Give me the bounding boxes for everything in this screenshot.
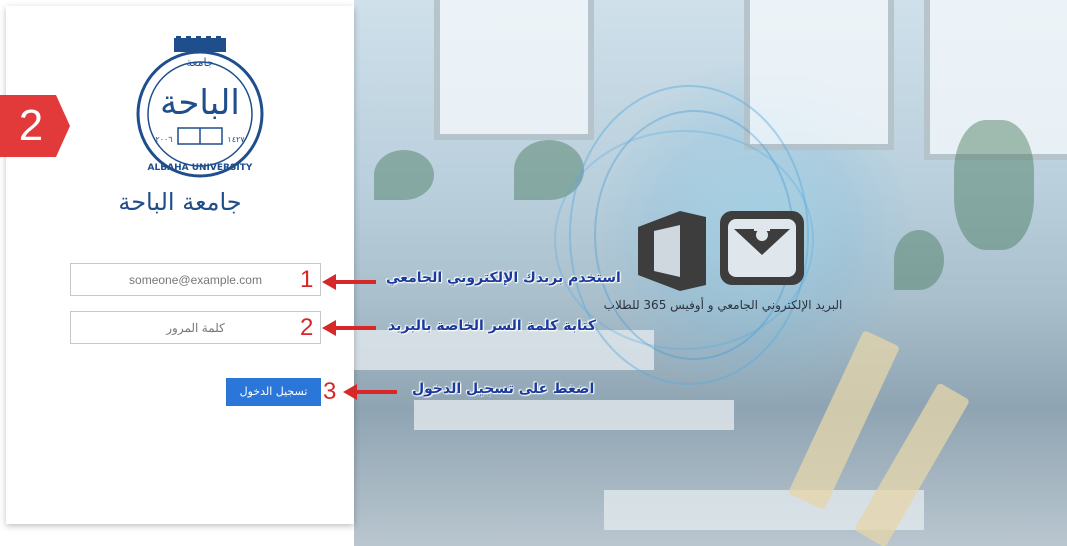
annotation-number-1: 1 xyxy=(300,266,314,293)
logo-text-en: ALBAHA UNIVERSITY xyxy=(148,163,253,173)
university-name: جامعة الباحة xyxy=(118,188,242,216)
office-365-icon xyxy=(638,211,804,291)
annotation-text-2: كتابة كلمة السر الخاصة بالبريد xyxy=(388,318,597,334)
arrow-left-icon xyxy=(322,320,376,336)
annotation-number-3: 3 xyxy=(323,378,337,405)
logo-year-left: ٢٠٠٦ xyxy=(155,135,172,144)
logo-year-right: ١٤٢٧ xyxy=(227,135,245,144)
arrow-left-icon xyxy=(322,274,376,290)
office-caption: البريد الإلكتروني الجامعي و أوفيس 365 لل… xyxy=(603,298,843,312)
annotation-text-3: اضغط على تسجيل الدخول xyxy=(412,381,595,397)
password-input[interactable]: كلمة المرور xyxy=(70,311,321,344)
arrow-left-icon xyxy=(343,384,397,400)
logo-text-top: جامعة xyxy=(186,56,213,69)
annotation-text-1: استخدم بريدك الإلكتروني الجامعي xyxy=(386,270,621,286)
university-logo: جامعة الباحة ٢٠٠٦ ١٤٢٧ ALBAHA UNIVERSITY xyxy=(134,36,266,186)
step-badge-number: 2 xyxy=(18,101,44,150)
login-panel: جامعة الباحة ٢٠٠٦ ١٤٢٧ ALBAHA UNIVERSITY… xyxy=(6,6,354,524)
logo-text-main: الباحة xyxy=(160,83,240,123)
annotation-number-2: 2 xyxy=(300,314,314,341)
email-input[interactable]: someone@example.com xyxy=(70,263,321,296)
sign-in-button[interactable]: تسجيل الدخول xyxy=(226,378,321,406)
